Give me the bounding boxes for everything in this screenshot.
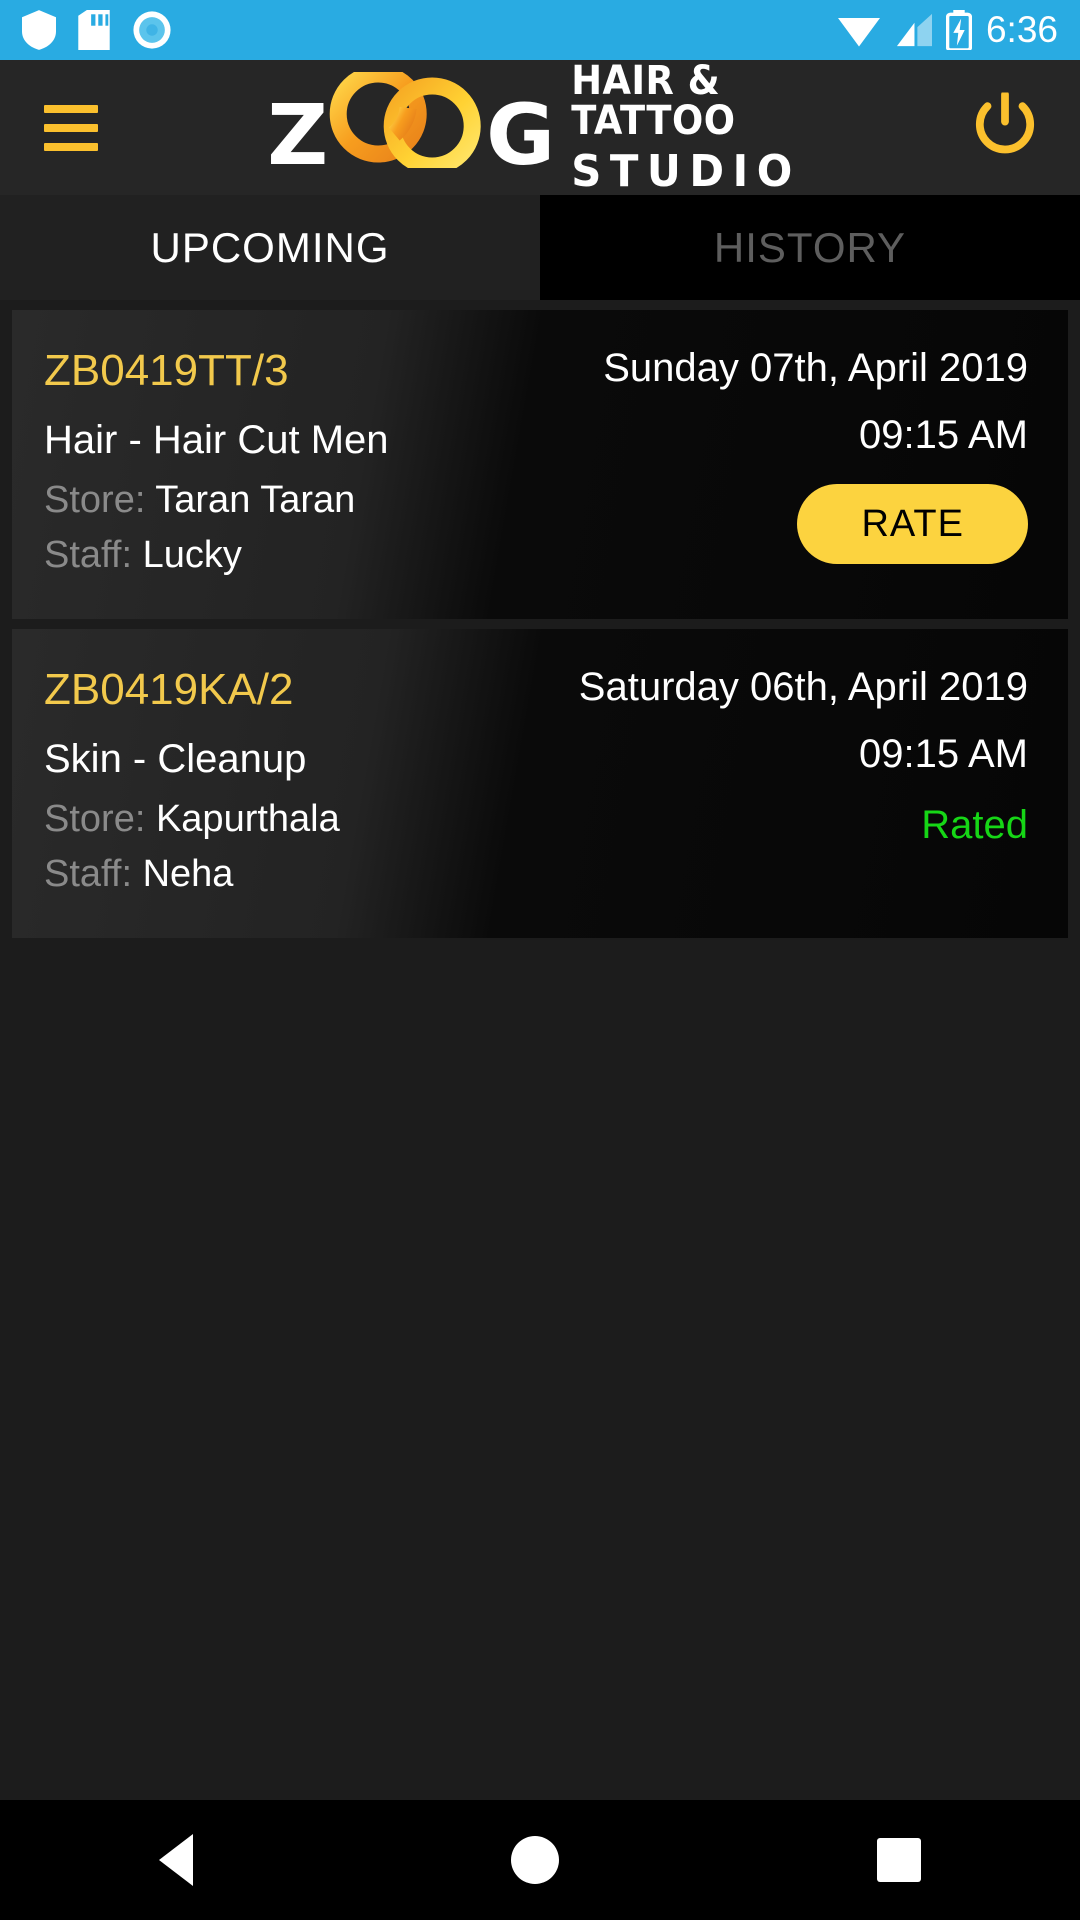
appointment-details: ZB0419KA/2 Skin - Cleanup Store: Kapurth… [12, 629, 498, 938]
tab-upcoming[interactable]: UPCOMING [0, 195, 540, 300]
appointment-schedule: Saturday 06th, April 2019 09:15 AM Rated [498, 629, 1068, 938]
sd-card-icon [78, 10, 110, 50]
signal-icon [896, 13, 932, 47]
app-screen: 6:36 Z G HAIR & TATTOO STUDIO UPCOMING H… [0, 0, 1080, 1920]
tab-bar: UPCOMING HISTORY [0, 195, 1080, 300]
app-bar: Z G HAIR & TATTOO STUDIO [0, 60, 1080, 195]
logo-rings-icon [322, 72, 492, 168]
tab-upcoming-label: UPCOMING [150, 223, 390, 271]
store-label: Store: [44, 798, 146, 840]
logo-tagline: HAIR & TATTOO STUDIO [571, 61, 813, 194]
logo-mark: Z G [267, 72, 555, 184]
appointment-date: Saturday 06th, April 2019 [578, 665, 1028, 709]
logo-tagline-line2: STUDIO [571, 146, 801, 197]
store-value: Kapurthala [155, 798, 340, 840]
status-bar-left-icons [22, 10, 172, 50]
staff-label: Staff: [44, 853, 133, 895]
appointment-code: ZB0419KA/2 [44, 665, 294, 714]
status-bar-right-icons: 6:36 [837, 0, 1058, 60]
tab-history-label: HISTORY [713, 223, 907, 271]
appointment-store: Store: Taran Taran [44, 479, 498, 522]
rated-status-badge: Rated [921, 803, 1028, 847]
system-navigation-bar [0, 1800, 1080, 1920]
hamburger-menu-icon[interactable] [44, 104, 98, 151]
recents-square-icon[interactable] [877, 1838, 921, 1882]
back-triangle-icon[interactable] [159, 1834, 193, 1886]
staff-value: Neha [142, 853, 234, 895]
appointment-store: Store: Kapurthala [44, 798, 498, 841]
appointment-staff: Staff: Lucky [44, 534, 498, 577]
appointment-time: 09:15 AM [858, 413, 1028, 457]
app-logo: Z G HAIR & TATTOO STUDIO [267, 61, 813, 194]
tab-history[interactable]: HISTORY [540, 195, 1080, 300]
home-circle-icon[interactable] [511, 1836, 559, 1884]
rate-button[interactable]: RATE [797, 484, 1028, 564]
appointment-service: Skin - Cleanup [44, 737, 307, 781]
shield-icon [22, 10, 56, 50]
store-label: Store: [44, 479, 146, 521]
appointment-card[interactable]: ZB0419TT/3 Hair - Hair Cut Men Store: Ta… [12, 310, 1068, 619]
staff-label: Staff: [44, 534, 133, 576]
wifi-icon [837, 18, 880, 47]
logo-tagline-line1: HAIR & TATTOO [571, 58, 736, 144]
appointment-time: 09:15 AM [858, 732, 1028, 776]
appointment-service: Hair - Hair Cut Men [44, 418, 389, 462]
location-icon [133, 11, 171, 49]
power-icon[interactable] [974, 90, 1036, 163]
store-value: Taran Taran [155, 479, 356, 521]
status-bar-clock: 6:36 [985, 9, 1058, 50]
appointment-staff: Staff: Neha [44, 853, 498, 896]
logo-letter-z: Z [267, 86, 329, 184]
status-bar: 6:36 [0, 0, 1080, 60]
appointment-card[interactable]: ZB0419KA/2 Skin - Cleanup Store: Kapurth… [12, 629, 1068, 938]
appointment-list: ZB0419TT/3 Hair - Hair Cut Men Store: Ta… [0, 310, 1080, 938]
appointment-date: Sunday 07th, April 2019 [603, 346, 1028, 390]
appointment-schedule: Sunday 07th, April 2019 09:15 AM RATE [498, 310, 1068, 619]
staff-value: Lucky [142, 534, 242, 576]
appointment-code: ZB0419TT/3 [44, 346, 289, 395]
appointment-details: ZB0419TT/3 Hair - Hair Cut Men Store: Ta… [12, 310, 498, 619]
battery-charging-icon [945, 10, 972, 50]
